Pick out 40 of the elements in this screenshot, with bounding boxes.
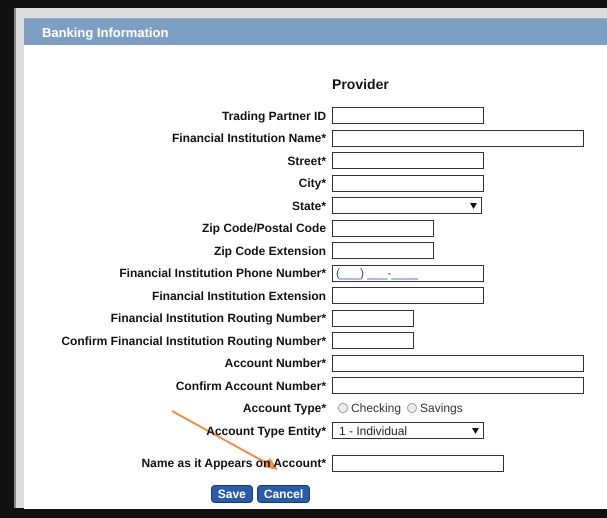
field-label: Financial Institution Routing Number* (110, 311, 327, 326)
radio-button[interactable] (338, 403, 348, 414)
cancel-button[interactable]: Cancel (256, 485, 310, 503)
radio-label: Checking (351, 401, 402, 416)
field-label: Confirm Financial Institution Routing Number* (60, 334, 327, 348)
field-label: Confirm Account Number* (174, 378, 327, 393)
text-field[interactable] (332, 130, 584, 147)
field-label: Account Type* (242, 401, 327, 416)
field-label: Account Type Entity* (205, 424, 327, 438)
text-field[interactable] (332, 354, 584, 372)
field-label: State* (290, 198, 327, 213)
text-field[interactable] (332, 152, 484, 170)
dialog-title: Banking Information (24, 19, 607, 45)
field-label: Zip Code Extension (212, 244, 327, 258)
text-field[interactable] (332, 242, 434, 260)
text-field[interactable] (332, 174, 484, 192)
field-label: Account Number* (224, 356, 327, 370)
field-label: Street* (286, 154, 327, 168)
text-field[interactable] (332, 220, 434, 237)
radio-label: Savings (420, 401, 463, 416)
field-label: City* (298, 176, 327, 190)
text-field[interactable] (332, 454, 504, 472)
section-heading: Provider (332, 76, 390, 92)
radio-button[interactable] (407, 403, 418, 414)
field-label: Financial Institution Phone Number* (118, 266, 327, 280)
caret-icon (470, 202, 477, 209)
text-field[interactable] (332, 287, 484, 304)
text-field[interactable] (332, 310, 414, 327)
field-label: Trading Partner ID (220, 108, 327, 123)
caret-icon (472, 428, 479, 434)
dropdown[interactable] (332, 197, 482, 214)
dropdown[interactable]: 1 - Individual (332, 422, 484, 440)
field-label: Zip Code/Postal Code (200, 221, 327, 236)
text-field[interactable] (332, 332, 414, 350)
text-field[interactable] (332, 107, 484, 124)
text-field[interactable] (332, 377, 584, 394)
field-label: Financial Institution Name* (170, 131, 327, 146)
save-button[interactable]: Save (210, 485, 253, 503)
text-field[interactable]: (___) ___-____ (332, 264, 484, 282)
field-label: Financial Institution Extension (150, 288, 327, 303)
